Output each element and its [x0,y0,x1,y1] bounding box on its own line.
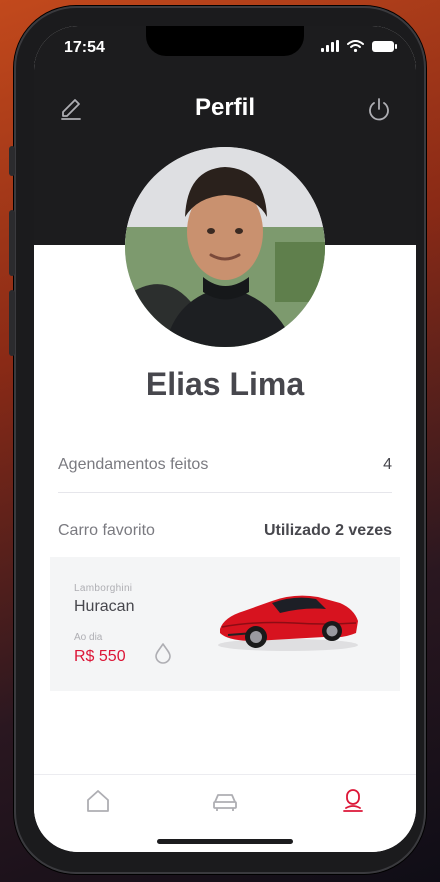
home-icon [87,790,109,812]
divider [58,492,392,493]
tab-home[interactable] [84,787,112,815]
car-icon [213,794,237,811]
drop-icon [155,643,171,664]
signal-icon [321,40,339,52]
volume-up-button [9,210,15,276]
mute-switch [9,146,15,176]
user-name: Elias Lima [145,366,305,402]
app-screen: 17:54 Perfil Elias Lima Agendamentos fei… [34,26,416,852]
tab-cars[interactable] [211,787,239,815]
device-notch [146,26,304,56]
car-price: R$ 550 [74,648,126,665]
wifi-icon [347,40,364,52]
volume-down-button [9,290,15,356]
logout-button[interactable] [366,96,392,122]
user-icon [343,789,363,812]
appointments-label: Agendamentos feitos [58,456,209,473]
tab-profile[interactable] [339,787,367,815]
status-icons [321,40,397,52]
home-indicator [157,839,293,844]
favorite-car-usage: Utilizado 2 vezes [263,522,392,539]
battery-icon [372,40,397,52]
avatar-photo [125,147,325,347]
favorite-car-card[interactable]: Lamborghini Huracan Ao dia R$ 550 [50,557,400,691]
rent-period-label: Ao dia [74,632,103,643]
appointments-count: 4 [383,456,392,473]
avatar[interactable] [125,147,325,347]
page-title: Perfil [194,94,256,121]
car-brand: Lamborghini [74,583,133,594]
power-icon [369,98,389,121]
favorite-car-row: Carro favorito Utilizado 2 vezes [58,522,392,540]
car-image [218,595,358,651]
appointments-row: Agendamentos feitos 4 [58,456,392,474]
car-model: Huracan [74,598,135,615]
status-time: 17:54 [64,39,105,56]
favorite-car-label: Carro favorito [58,522,155,539]
